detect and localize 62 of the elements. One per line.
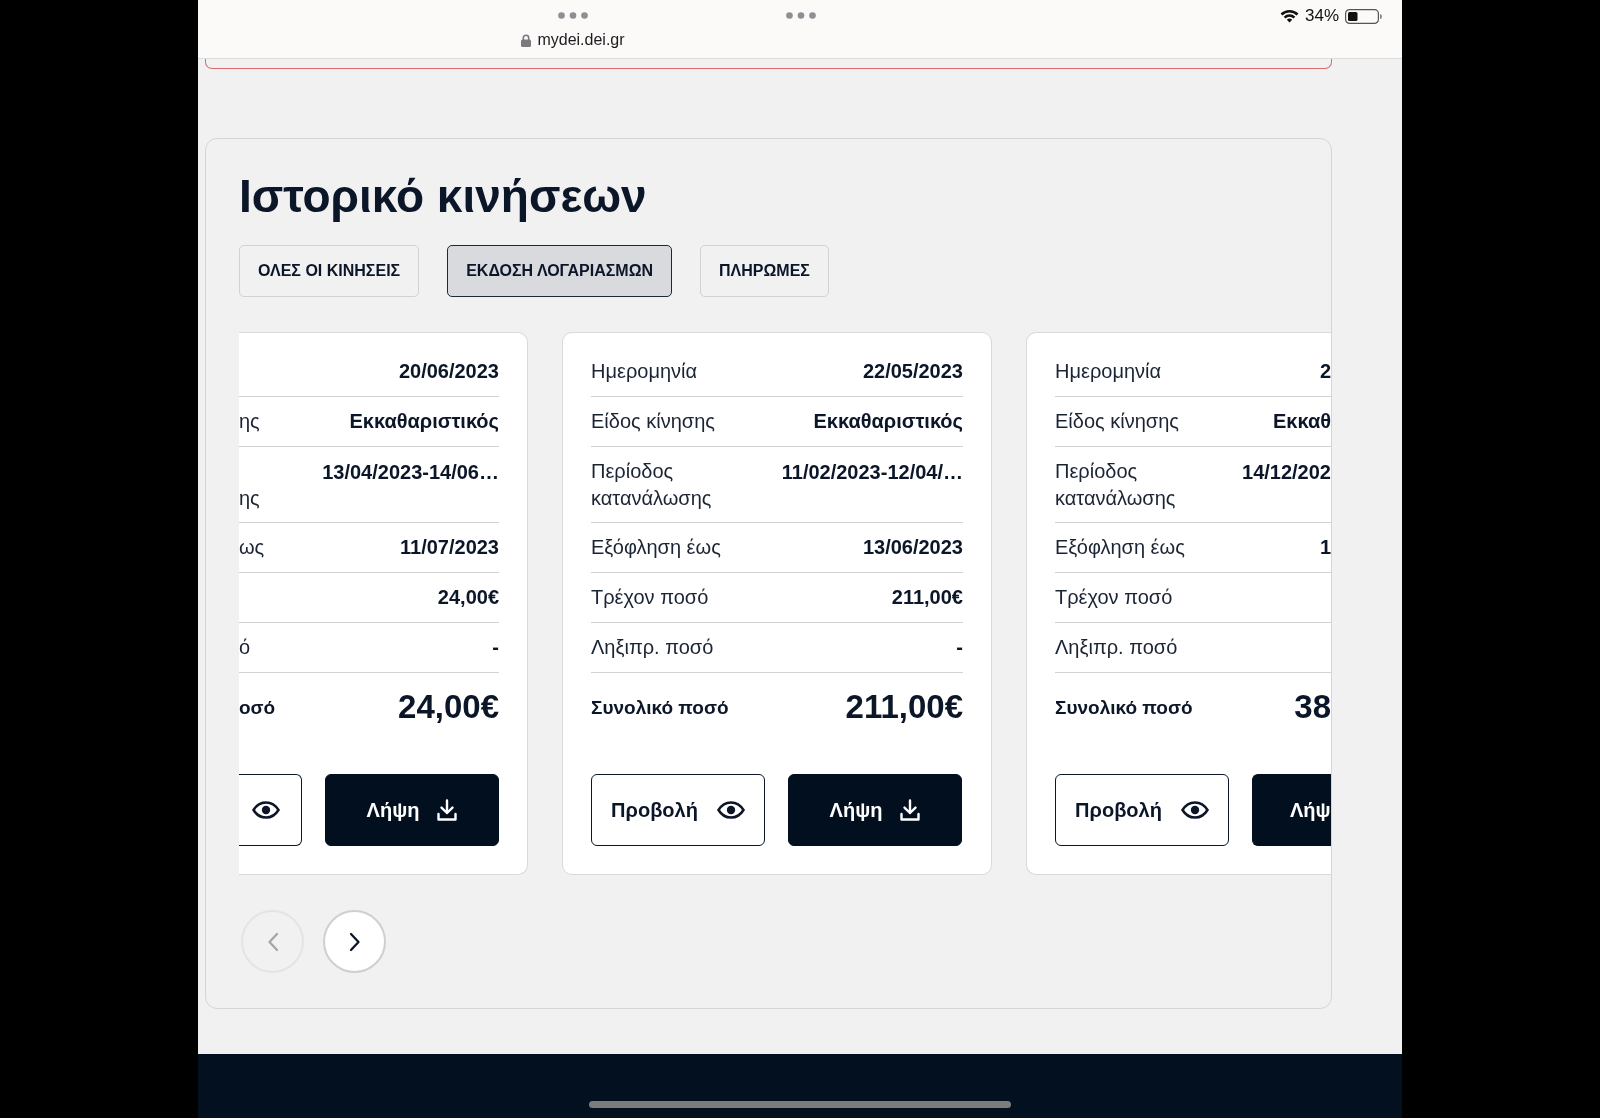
row-value: 14/12/202 (1242, 460, 1331, 485)
battery-icon (1345, 8, 1382, 24)
dots-icon[interactable] (558, 12, 588, 19)
view-button[interactable]: Προβολή (1055, 774, 1229, 846)
download-icon (900, 799, 921, 821)
row-value: 1 (1319, 535, 1331, 560)
row-value: 211,00€ (891, 585, 963, 610)
row-label: Τρέχον ποσό (1055, 585, 1173, 610)
row-value: 13/06/2023 (862, 535, 963, 560)
lock-icon (521, 33, 532, 47)
total-label: Συνολικό ποσό (591, 695, 729, 720)
download-button[interactable]: Λήψ (1252, 774, 1331, 846)
view-button[interactable]: Προβολή (591, 774, 765, 846)
total-amount: 38 (1294, 687, 1331, 727)
row-label: Ημερομηνία (591, 359, 698, 384)
row-label: Είδος κίνησης (591, 409, 715, 434)
row-label: Εξόφληση έως (1055, 535, 1185, 560)
row-value: - (956, 635, 963, 660)
row-label: ως (239, 535, 265, 560)
row-value: 11/07/2023 (400, 535, 499, 560)
row-label: Ληξιπρ. ποσό (591, 635, 714, 660)
row-label: Είδος κίνησης (1055, 409, 1179, 434)
filter-tab[interactable]: ΟΛΕΣ ΟΙ ΚΙΝΗΣΕΙΣ (239, 245, 420, 297)
row-label: Ημερομηνία (1055, 359, 1162, 384)
row-label: Περίοδος κατανάλωσης (591, 459, 713, 511)
download-button[interactable]: Λήψη (788, 774, 962, 846)
view-button[interactable] (239, 774, 302, 846)
row-label: Περίοδος κατανάλωσης (1055, 459, 1177, 511)
row-value: 13/04/2023-14/06… (322, 460, 499, 485)
row-label: Ληξιπρ. ποσό (1055, 635, 1178, 660)
row-label: ό (239, 635, 251, 660)
row-value: 24,00€ (437, 585, 499, 610)
eye-icon (1180, 801, 1209, 819)
row-value: Εκκαθαριστικός (349, 409, 499, 434)
row-value: Εκκαθαριστικός (813, 409, 963, 434)
row-label: ης (239, 486, 260, 511)
row-label: Εξόφληση έως (591, 535, 721, 560)
download-button[interactable]: Λήψη (325, 774, 499, 846)
battery-percent: 34% (1304, 6, 1339, 26)
row-label: Τρέχον ποσό (591, 585, 709, 610)
filter-tab[interactable]: ΠΛΗΡΩΜΕΣ (700, 245, 829, 297)
row-value: 22/05/2023 (862, 359, 963, 384)
wifi-icon (1279, 9, 1299, 23)
row-value: Εκκαθ (1272, 409, 1331, 434)
row-value: 20/06/2023 (398, 359, 499, 384)
row-value: - (492, 635, 499, 660)
eye-icon (252, 801, 280, 819)
section-title: Ιστορικό κινήσεων (239, 169, 647, 223)
chevron-left-icon (266, 931, 279, 952)
download-icon (437, 799, 458, 821)
total-label: οσό (239, 695, 276, 720)
row-value: 2 (1319, 359, 1331, 384)
total-amount: 24,00€ (398, 687, 499, 727)
dots-icon[interactable] (786, 12, 816, 19)
filter-tab[interactable]: ΕΚΔΟΣΗ ΛΟΓΑΡΙΑΣΜΩΝ (447, 245, 673, 297)
total-label: Συνολικό ποσό (1055, 695, 1193, 720)
total-amount: 211,00€ (845, 687, 963, 727)
address-text[interactable]: mydei.dei.gr (537, 29, 625, 51)
row-label: ης (239, 409, 260, 434)
eye-icon (716, 801, 745, 819)
chevron-right-icon (348, 931, 361, 952)
row-value: 11/02/2023-12/04/… (781, 460, 963, 485)
